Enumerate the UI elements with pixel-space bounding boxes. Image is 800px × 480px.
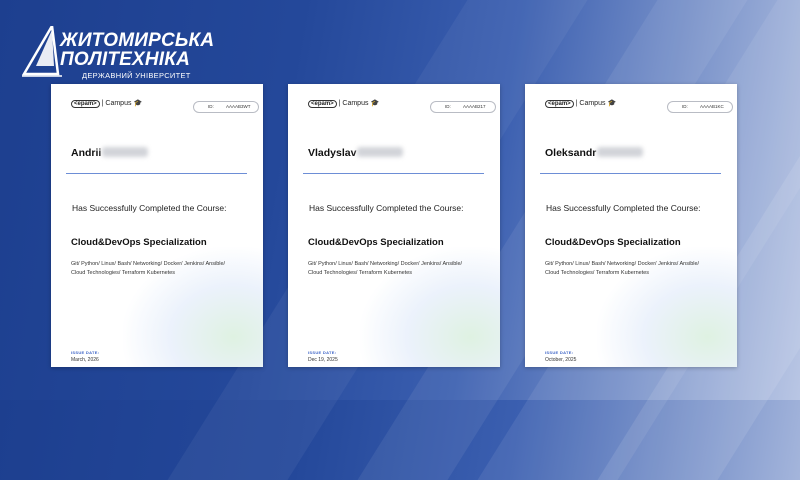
recipient-first-name: Vladyslav [308,147,357,159]
course-title: Cloud&DevOps Specialization [71,237,207,248]
redacted-surname [597,147,644,157]
course-skills: Git/ Python/ Linux/ Bash/ Networking/ Do… [71,261,226,276]
brand-header: <epam> | Campus 🎓 [308,99,380,108]
redacted-surname [357,147,404,157]
logo-subtitle: ДЕРЖАВНИЙ УНІВЕРСИТЕТ [82,71,191,80]
id-value: AAAAB217 [463,104,486,109]
university-logo: ЖИТОМИРСЬКА ПОЛІТЕХНІКА ДЕРЖАВНИЙ УНІВЕР… [22,26,214,82]
issue-date: Dec 19, 2025 [308,357,338,363]
certificate-id-box: ID: AAAAB3WT [193,101,259,113]
id-label: ID: [682,104,688,109]
campus-label: Campus [342,100,369,107]
recipient-first-name: Oleksandr [545,147,597,159]
recipient-name: Oleksandr [545,147,644,159]
brand-header: <epam> | Campus 🎓 [545,99,617,108]
issue-date: October, 2025 [545,357,577,363]
certificate-id-box: ID: AAAAB217 [430,101,496,113]
logo-title-line2: ПОЛІТЕХНІКА [60,49,191,70]
id-value: AAAAB1KC [700,104,724,109]
epam-logo: <epam> [71,100,100,108]
certificate-id-box: ID: AAAAB1KC [667,101,733,113]
id-value: AAAAB3WT [226,104,251,109]
id-label: ID: [208,104,214,109]
redacted-surname [102,147,149,157]
issue-date-label: ISSUE DATE: [545,350,574,355]
id-label: ID: [445,104,451,109]
issue-date-label: ISSUE DATE: [71,350,100,355]
issue-date: March, 2026 [71,357,99,363]
recipient-name: Vladyslav [308,147,404,159]
issue-date-label: ISSUE DATE: [308,350,337,355]
completion-statement: Has Successfully Completed the Course: [546,203,701,213]
divider [540,173,721,174]
divider [303,173,484,174]
certificate-card: <epam> | Campus 🎓 ID: AAAAB3WT Andrii Ha… [51,84,263,367]
graduation-cap-icon: 🎓 [607,100,617,107]
recipient-first-name: Andrii [71,147,102,159]
graduation-cap-icon: 🎓 [133,100,143,107]
divider [66,173,247,174]
epam-logo: <epam> [308,100,337,108]
completion-statement: Has Successfully Completed the Course: [309,203,464,213]
campus-label: Campus [105,100,132,107]
epam-logo: <epam> [545,100,574,108]
course-title: Cloud&DevOps Specialization [545,237,681,248]
course-skills: Git/ Python/ Linux/ Bash/ Networking/ Do… [308,261,463,276]
course-title: Cloud&DevOps Specialization [308,237,444,248]
certificate-card: <epam> | Campus 🎓 ID: AAAAB1KC Oleksandr… [525,84,737,367]
recipient-name: Andrii [71,147,149,159]
course-skills: Git/ Python/ Linux/ Bash/ Networking/ Do… [545,261,700,276]
campus-label: Campus [579,100,606,107]
graduation-cap-icon: 🎓 [370,100,380,107]
brand-header: <epam> | Campus 🎓 [71,99,143,108]
completion-statement: Has Successfully Completed the Course: [72,203,227,213]
certificate-card: <epam> | Campus 🎓 ID: AAAAB217 Vladyslav… [288,84,500,367]
